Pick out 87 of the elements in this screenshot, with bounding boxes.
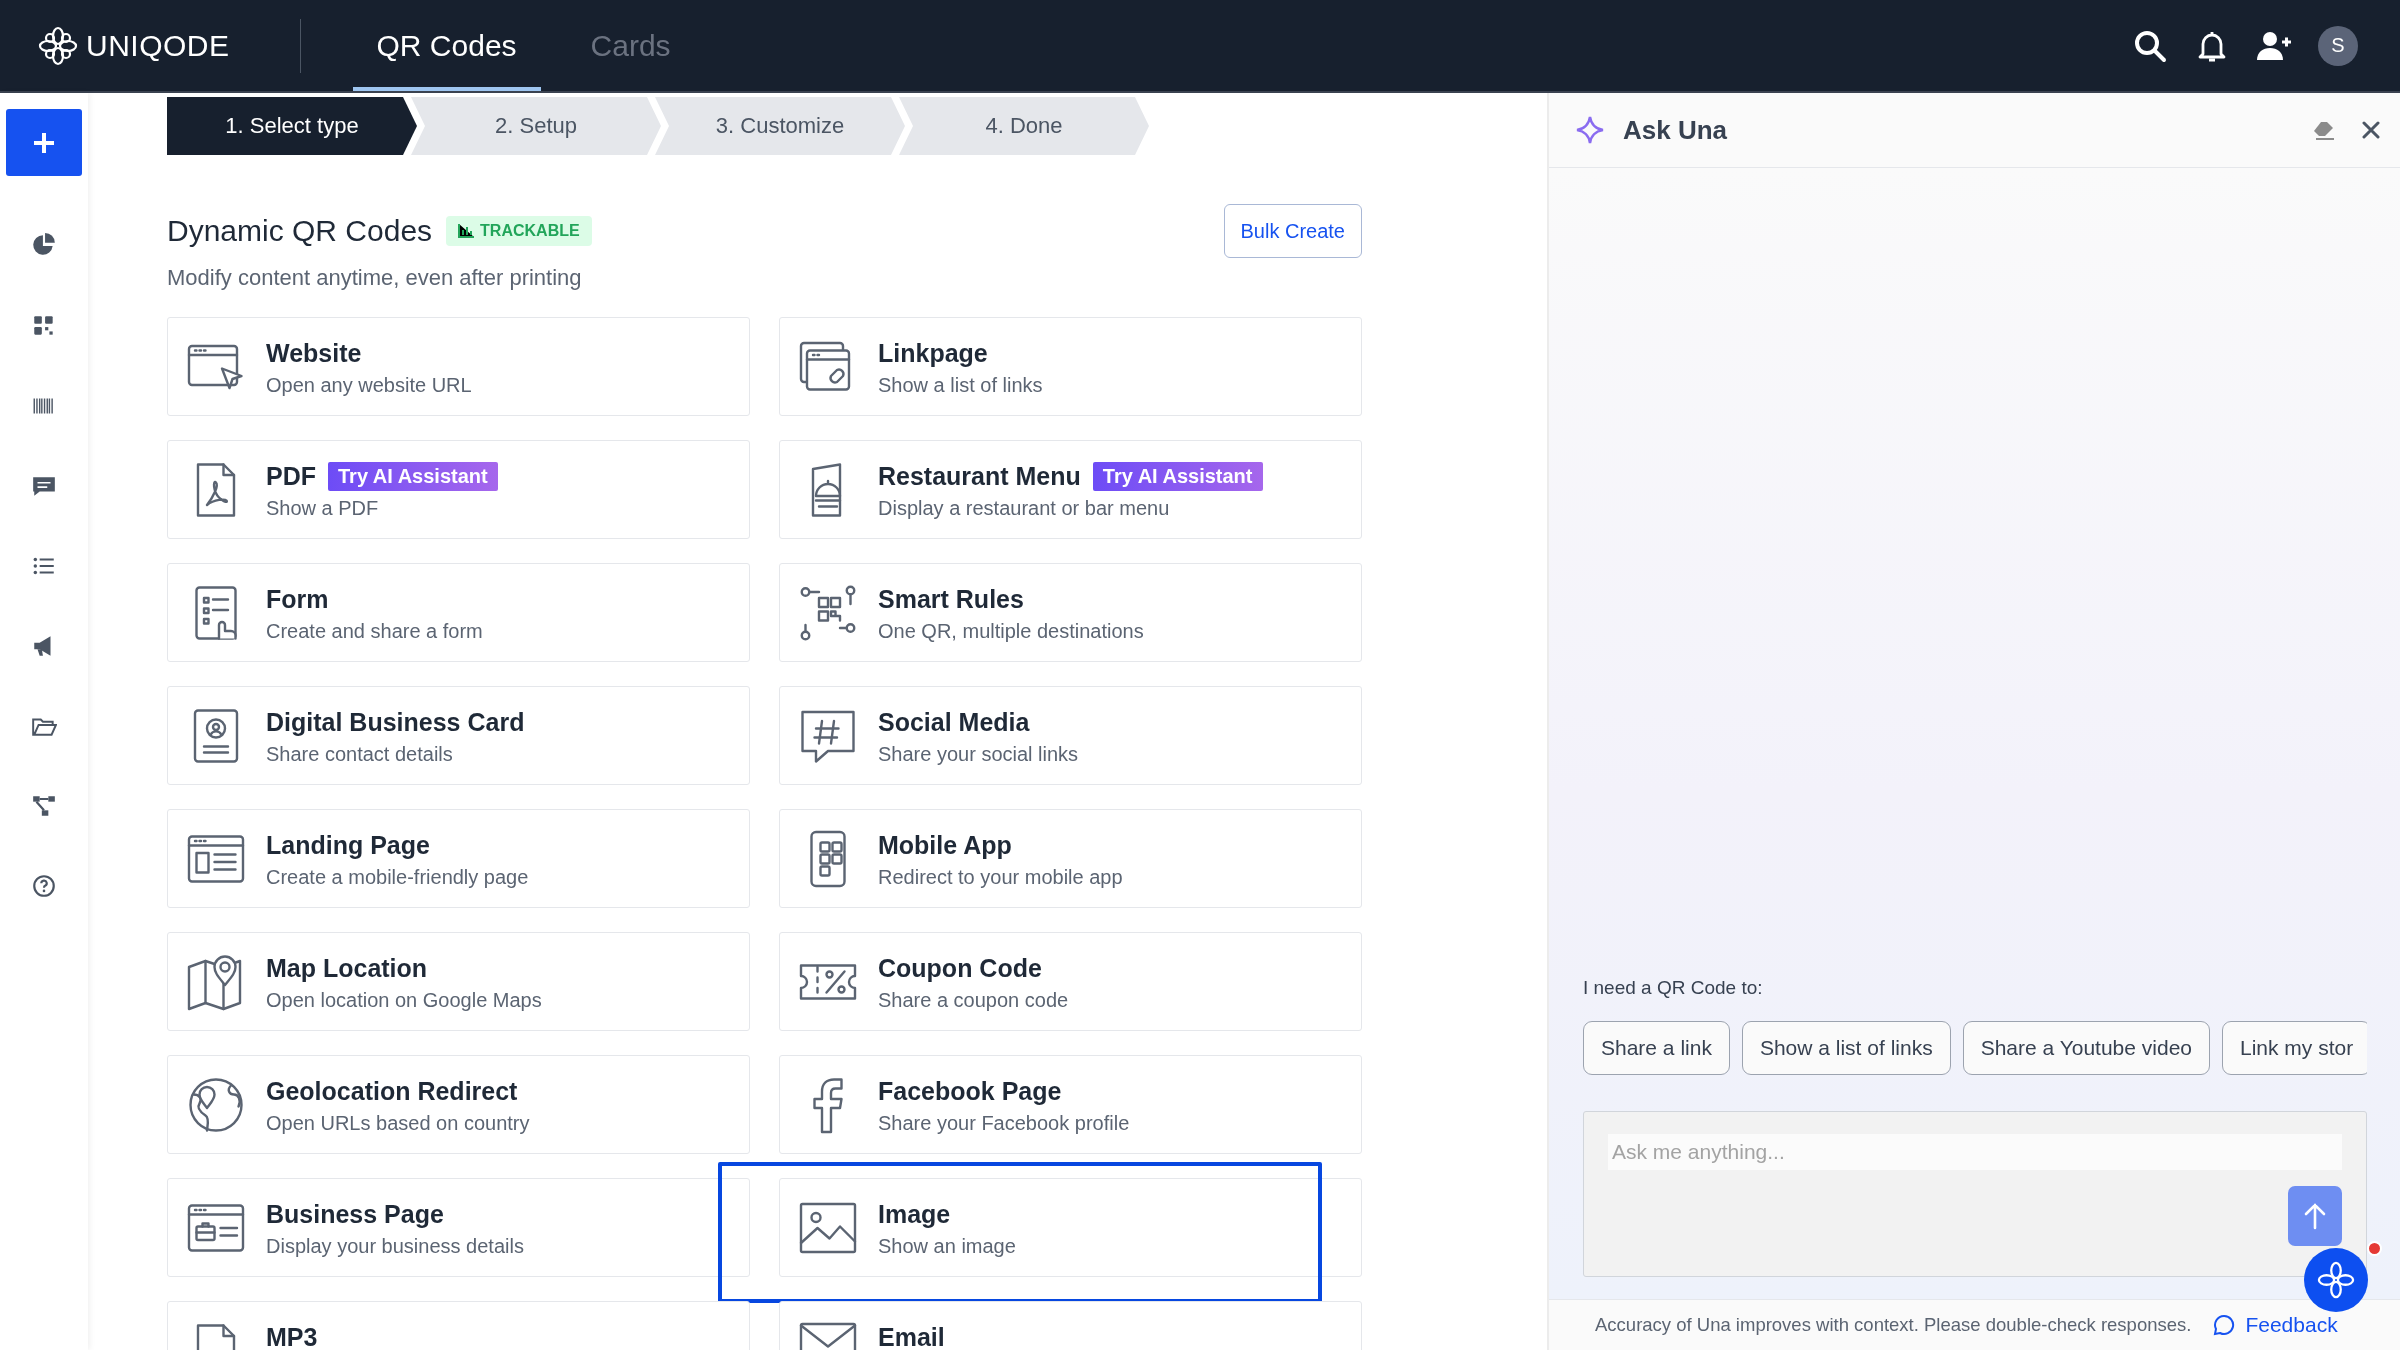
- qr-type-card[interactable]: Landing Page Create a mobile-friendly page: [167, 809, 750, 908]
- step-tab[interactable]: 1. Select type: [167, 97, 417, 155]
- qr-type-card[interactable]: Coupon Code Share a coupon code: [779, 932, 1362, 1031]
- qr-type-card[interactable]: Facebook Page Share your Facebook profile: [779, 1055, 1362, 1154]
- qr-type-card[interactable]: Smart Rules One QR, multiple destinations: [779, 563, 1362, 662]
- speech-bubble-icon: [2213, 1314, 2236, 1336]
- card-description: Create and share a form: [266, 620, 483, 643]
- card-title: Coupon Code: [878, 953, 1042, 983]
- card-description: Share your social links: [878, 743, 1079, 766]
- qr-type-card[interactable]: Map Location Open location on Google Maps: [167, 932, 750, 1031]
- sparkle-icon: [1575, 115, 1605, 145]
- panel-title: Ask Una: [1623, 114, 1728, 146]
- qr-type-card[interactable]: PDF Try AI Assistant Show a PDF: [167, 440, 750, 539]
- send-button[interactable]: [2288, 1186, 2342, 1246]
- card-description: Share a coupon code: [878, 989, 1069, 1012]
- card-description: Show a list of links: [878, 374, 1043, 397]
- card-title: Digital Business Card: [266, 707, 525, 737]
- card-title: Facebook Page: [878, 1076, 1062, 1106]
- qr-type-card[interactable]: Website Open any website URL: [167, 317, 750, 416]
- flower-logo-icon: [2317, 1261, 2355, 1299]
- suggestion-chip[interactable]: Show a list of links: [1741, 1021, 1951, 1075]
- arrow-up-icon: [2303, 1202, 2327, 1230]
- user-avatar[interactable]: S: [2318, 25, 2358, 66]
- suggestion-chip[interactable]: Share a Youtube video: [1962, 1021, 2210, 1075]
- section-title: Dynamic QR Codes: [167, 214, 433, 248]
- card-title: Restaurant Menu: [878, 461, 1081, 491]
- card-description: Create a mobile-friendly page: [266, 866, 529, 889]
- message-field[interactable]: Ask me anything...: [1608, 1134, 2342, 1170]
- eraser-icon[interactable]: [2312, 120, 2336, 140]
- card-title: PDF: [266, 461, 316, 491]
- card-description: Open URLs based on country: [266, 1112, 530, 1135]
- qr-type-card[interactable]: MP3: [167, 1301, 750, 1350]
- plus-icon: [33, 131, 55, 154]
- qr-type-card[interactable]: Form Create and share a form: [167, 563, 750, 662]
- section-subtitle: Modify content anytime, even after printing: [167, 265, 583, 291]
- card-description: Redirect to your mobile app: [878, 866, 1123, 889]
- ai-assistant-badge[interactable]: Try AI Assistant: [1092, 461, 1263, 491]
- card-description: Share your Facebook profile: [878, 1112, 1130, 1135]
- card-title: MP3: [266, 1322, 318, 1350]
- flow-diagram-icon[interactable]: [31, 793, 57, 819]
- qr-type-card[interactable]: Linkpage Show a list of links: [779, 317, 1362, 416]
- card-description: Share contact details: [266, 743, 454, 766]
- card-description: Show a PDF: [266, 497, 380, 520]
- card-title: Image: [878, 1199, 951, 1229]
- card-title: Landing Page: [266, 830, 430, 860]
- card-title: Smart Rules: [878, 584, 1024, 614]
- qr-type-card[interactable]: Restaurant Menu Try AI Assistant Display a restaurant or bar menu: [779, 440, 1362, 539]
- logo-icon: [38, 25, 78, 66]
- ai-assistant-badge[interactable]: Try AI Assistant: [328, 461, 498, 491]
- close-icon[interactable]: [2362, 121, 2380, 139]
- qr-type-card[interactable]: Social Media Share your social links: [779, 686, 1362, 785]
- qr-type-card[interactable]: Image Show an image: [779, 1178, 1362, 1277]
- card-title: Linkpage: [878, 338, 988, 368]
- bulk-create-button[interactable]: Bulk Create: [1223, 204, 1362, 258]
- chat-input-box[interactable]: Ask me anything...: [1583, 1111, 2367, 1277]
- card-title: Social Media: [878, 707, 1030, 737]
- qr-type-card[interactable]: Geolocation Redirect Open URLs based on country: [167, 1055, 750, 1154]
- qr-type-card[interactable]: Business Page Display your business details: [167, 1178, 750, 1277]
- help-icon[interactable]: [31, 873, 57, 899]
- card-title: Mobile App: [878, 830, 1012, 860]
- feedback-link[interactable]: Feedback: [2213, 1313, 2338, 1337]
- prompt-label: I need a QR Code to:: [1583, 977, 1764, 999]
- suggestion-chip[interactable]: Share a link: [1583, 1021, 1730, 1075]
- suggestion-chip[interactable]: Link my stor: [2222, 1021, 2367, 1075]
- card-description: One QR, multiple destinations: [878, 620, 1144, 643]
- create-button[interactable]: [6, 109, 82, 176]
- card-title: Geolocation Redirect: [266, 1076, 518, 1106]
- bar-chart-icon: [458, 224, 475, 238]
- trackable-badge: TRACKABLE: [446, 216, 592, 246]
- card-title: Form: [266, 584, 329, 614]
- step-tab[interactable]: 2. Setup: [411, 97, 661, 155]
- disclaimer-text: Accuracy of Una improves with context. Please double-check responses.: [1595, 1314, 2192, 1336]
- step-tab[interactable]: 3. Customize: [655, 97, 905, 155]
- card-title: Email: [878, 1322, 945, 1350]
- card-title: Website: [266, 338, 362, 368]
- qr-type-card[interactable]: Email: [779, 1301, 1362, 1350]
- card-description: Display your business details: [266, 1235, 524, 1258]
- card-description: Display a restaurant or bar menu: [878, 497, 1171, 520]
- brand-name: UNIQODE: [86, 28, 230, 63]
- qr-type-card[interactable]: Mobile App Redirect to your mobile app: [779, 809, 1362, 908]
- card-description: Open location on Google Maps: [266, 989, 542, 1012]
- card-title: Map Location: [266, 953, 428, 983]
- qr-type-card[interactable]: Digital Business Card Share contact details: [167, 686, 750, 785]
- card-title: Business Page: [266, 1199, 444, 1229]
- card-description: Open any website URL: [266, 374, 472, 397]
- step-tab[interactable]: 4. Done: [899, 97, 1149, 155]
- card-description: Show an image: [878, 1235, 1016, 1258]
